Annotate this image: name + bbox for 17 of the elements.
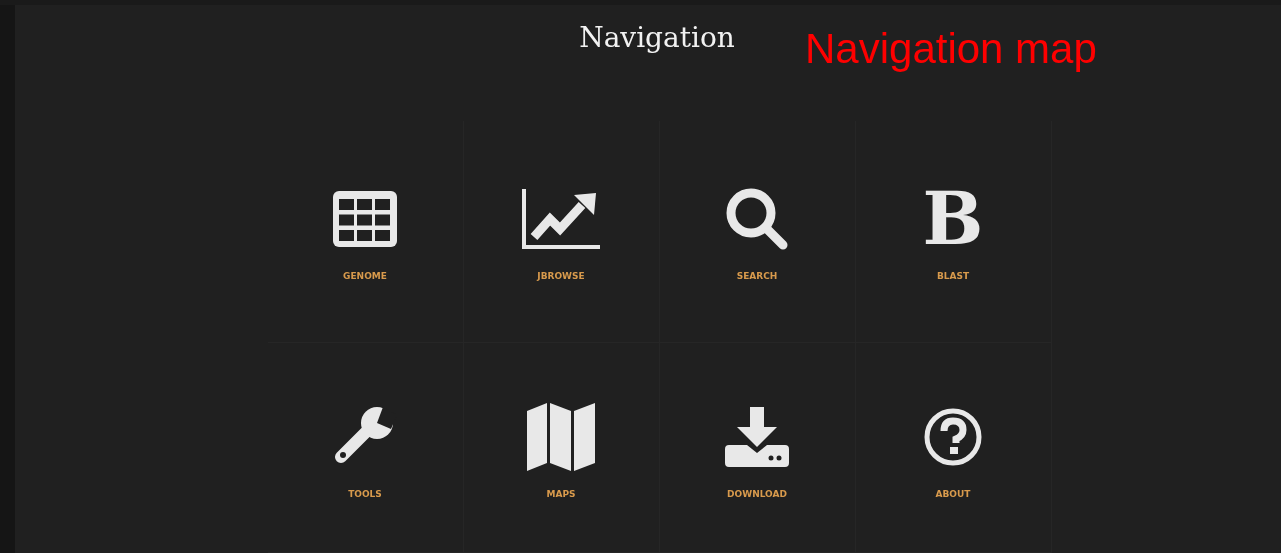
annotation-label: Navigation map xyxy=(805,25,1097,73)
nav-tile[interactable]: DOWNLOAD xyxy=(659,343,856,553)
letter-b-icon: B xyxy=(922,187,984,251)
table-icon xyxy=(333,191,397,247)
nav-tile[interactable]: SEARCH xyxy=(659,121,856,343)
nav-tile[interactable]: TOOLS xyxy=(267,343,464,553)
nav-tile[interactable]: GENOME xyxy=(267,121,464,343)
nav-tile[interactable]: B BLAST xyxy=(855,121,1052,343)
download-icon xyxy=(725,407,789,467)
page-title: Navigation xyxy=(579,21,735,56)
folded-map-icon xyxy=(527,403,595,471)
nav-tile[interactable]: ABOUT xyxy=(855,343,1052,553)
line-chart-icon xyxy=(522,189,600,249)
nav-tile[interactable]: JBROWSE xyxy=(463,121,660,343)
nav-tile[interactable]: MAPS xyxy=(463,343,660,553)
help-icon xyxy=(923,407,983,467)
search-icon xyxy=(725,187,789,251)
